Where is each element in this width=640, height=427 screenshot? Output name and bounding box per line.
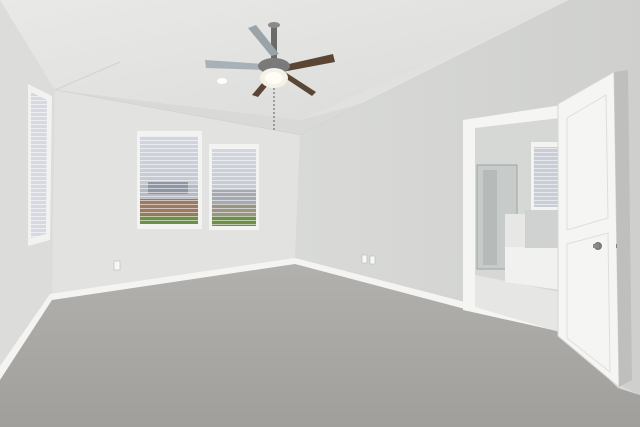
open-door bbox=[557, 70, 632, 389]
back-window-left bbox=[137, 131, 202, 229]
left-window bbox=[28, 84, 52, 246]
back-window-right bbox=[209, 144, 259, 230]
bathroom-doorway bbox=[463, 105, 562, 332]
recessed-light bbox=[217, 78, 227, 84]
bedroom-photo bbox=[0, 0, 640, 427]
